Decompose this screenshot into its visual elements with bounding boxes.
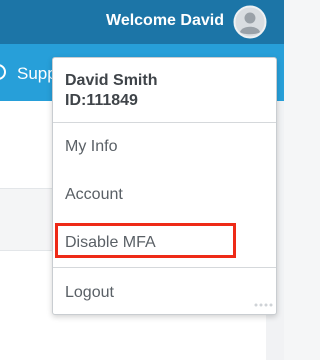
menu-item-account[interactable]: Account [65, 186, 123, 204]
user-name: David Smith [65, 72, 158, 89]
user-avatar-icon[interactable] [233, 5, 267, 39]
menu-divider [53, 122, 276, 123]
resize-handle-icon[interactable] [253, 302, 273, 308]
support-icon[interactable] [0, 63, 8, 81]
top-header-bar: Welcome David [0, 0, 284, 44]
nav-item-support[interactable]: Supp [17, 64, 57, 84]
user-dropdown-menu: David Smith ID:111849 My Info Account Di… [52, 57, 277, 315]
page: Welcome David Supp David Smith ID:111849… [0, 0, 284, 360]
menu-item-my-info[interactable]: My Info [65, 138, 117, 156]
user-id: ID:111849 [65, 92, 138, 109]
menu-item-logout[interactable]: Logout [65, 284, 114, 302]
highlight-box [55, 223, 236, 258]
welcome-text: Welcome David [106, 12, 224, 29]
menu-divider [53, 267, 276, 268]
